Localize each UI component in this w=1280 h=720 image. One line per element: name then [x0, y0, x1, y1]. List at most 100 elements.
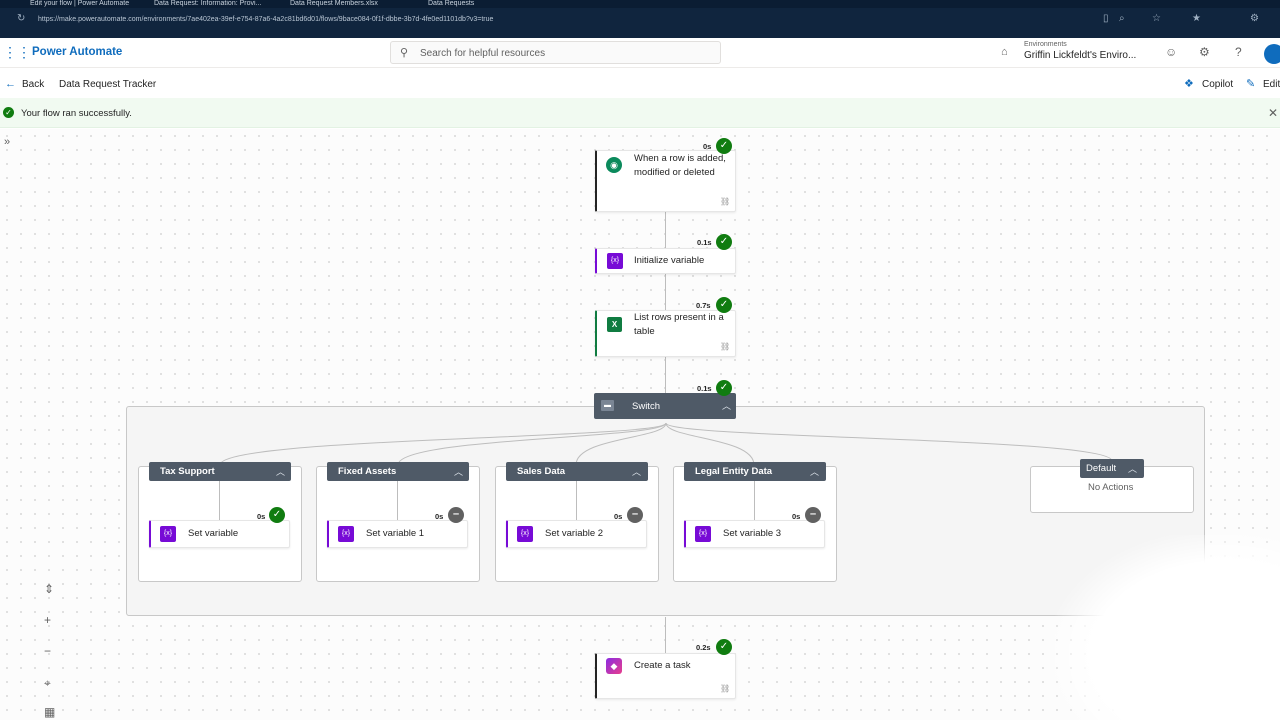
connector — [665, 357, 666, 393]
success-icon: ✓ — [716, 380, 732, 396]
copilot-button[interactable]: Copilot — [1202, 79, 1233, 90]
init-variable-title: Initialize variable — [634, 255, 705, 266]
success-icon: ✓ — [716, 639, 732, 655]
chevron-up-icon[interactable]: ︿ — [276, 465, 285, 478]
case-label: Sales Data — [517, 466, 566, 477]
switch-card[interactable] — [594, 393, 736, 419]
no-actions-text: No Actions — [1088, 482, 1134, 493]
link-icon: ⛓ — [720, 197, 731, 206]
fit-view-icon[interactable]: ⌖ — [44, 676, 51, 691]
environment-label: Environments — [1024, 41, 1067, 48]
tab-label: Data Request Members.xlsx — [290, 0, 378, 7]
refresh-icon[interactable]: ↻ — [17, 13, 25, 24]
favorites-bar-icon[interactable]: ★ — [1192, 13, 1201, 24]
connector — [665, 212, 666, 248]
case-label: Fixed Assets — [338, 466, 397, 477]
checkmark-icon: ✓ — [3, 107, 14, 118]
success-icon: ✓ — [269, 507, 285, 523]
help-icon[interactable]: ? — [1235, 45, 1242, 59]
action-title: Set variable — [188, 528, 239, 539]
flow-title: Data Request Tracker — [59, 79, 157, 90]
connector — [754, 481, 755, 520]
edit-icon[interactable]: ✎ — [1246, 77, 1255, 90]
chevron-up-icon[interactable]: ︿ — [454, 465, 463, 478]
search-placeholder: Search for helpful resources — [420, 48, 546, 59]
duration-label: 0s — [257, 512, 266, 521]
app-launcher-icon[interactable]: ⋮⋮ — [3, 44, 31, 61]
favorite-icon[interactable]: ☆ — [1152, 13, 1161, 24]
zoom-in-icon[interactable]: + — [44, 613, 51, 627]
variable-icon: {x} — [695, 526, 711, 542]
variable-icon: {x} — [517, 526, 533, 542]
app-name[interactable]: Power Automate — [32, 46, 122, 58]
planner-icon: ◆ — [606, 658, 622, 674]
back-button[interactable]: Back — [22, 79, 44, 90]
avatar[interactable] — [1264, 44, 1280, 64]
action-title: Set variable 3 — [723, 528, 782, 539]
duration-label: 0s — [703, 142, 712, 151]
variable-icon: {x} — [338, 526, 354, 542]
copilot-icon[interactable]: ❖ — [1184, 77, 1194, 90]
list-rows-title: List rows present in a table — [634, 312, 724, 337]
link-icon: ⛓ — [720, 342, 731, 351]
url-field[interactable]: https://make.powerautomate.com/environme… — [38, 16, 493, 23]
edit-button[interactable]: Edit — [1263, 79, 1280, 90]
tab-label: Data Requests — [428, 0, 475, 7]
browser-tab-active[interactable]: Edit your flow | Power Automate — [30, 0, 142, 8]
chevron-up-icon[interactable]: ︿ — [632, 465, 641, 478]
create-task-title: Create a task — [634, 660, 691, 671]
chevron-up-icon[interactable]: ︿ — [722, 399, 731, 412]
settings-icon[interactable]: ⚙ — [1199, 45, 1210, 59]
skipped-icon: – — [627, 507, 643, 523]
case-label: Tax Support — [160, 466, 215, 477]
connector — [219, 481, 220, 520]
reader-icon[interactable]: ▯ — [1103, 13, 1109, 24]
duration-label: 0.1s — [697, 384, 712, 393]
expand-panel-icon[interactable]: » — [4, 136, 10, 148]
action-title: Set variable 1 — [366, 528, 425, 539]
minimap-icon[interactable]: ▦ — [44, 705, 55, 719]
zoom-out-icon[interactable]: − — [44, 644, 51, 658]
case-label: Default — [1086, 463, 1117, 474]
success-icon: ✓ — [716, 138, 732, 154]
duration-label: 0s — [792, 512, 801, 521]
success-icon: ✓ — [716, 297, 732, 313]
skipped-icon: – — [448, 507, 464, 523]
duration-label: 0s — [435, 512, 444, 521]
chevron-up-icon[interactable]: ︿ — [810, 465, 819, 478]
link-icon: ⛓ — [720, 684, 731, 693]
extensions-icon[interactable]: ⚙ — [1250, 13, 1259, 24]
tab-label: Data Request: Information: Provi... — [154, 0, 262, 7]
duration-label: 0.2s — [696, 643, 711, 652]
success-banner — [0, 98, 1280, 128]
variable-icon: {x} — [160, 526, 176, 542]
trigger-title: When a row is added, modified or deleted — [634, 153, 726, 178]
duration-label: 0.7s — [696, 301, 711, 310]
connector — [576, 481, 577, 520]
close-icon[interactable]: ✕ — [1268, 106, 1278, 120]
banner-message: Your flow ran successfully. — [21, 108, 132, 119]
screen-glare — [1055, 535, 1280, 720]
variable-icon: {x} — [607, 253, 623, 269]
success-icon: ✓ — [716, 234, 732, 250]
tab-label: Edit your flow | Power Automate — [30, 0, 130, 7]
switch-title: Switch — [632, 401, 660, 412]
environment-icon: ⌂ — [1001, 46, 1008, 58]
browser-tab[interactable]: Data Requests — [428, 0, 540, 8]
browser-address-bar — [0, 8, 1280, 38]
action-title: Set variable 2 — [545, 528, 604, 539]
case-label: Legal Entity Data — [695, 466, 773, 477]
browser-tab[interactable]: Data Request: Information: Provi... — [154, 0, 272, 8]
zoom-icon[interactable]: ⌕ — [1119, 13, 1125, 24]
environment-picker[interactable]: Griffin Lickfeldt's Enviro... — [1024, 50, 1136, 61]
connector — [665, 617, 666, 653]
back-arrow-icon[interactable]: ← — [5, 78, 16, 90]
duration-label: 0s — [614, 512, 623, 521]
skipped-icon: – — [805, 507, 821, 523]
switch-icon: ▬ — [601, 400, 614, 411]
browser-tab[interactable]: Data Request Members.xlsx — [290, 0, 402, 8]
chevron-up-icon[interactable]: ︿ — [1128, 462, 1137, 475]
feedback-icon[interactable]: ☺ — [1165, 45, 1177, 59]
excel-icon: X — [607, 317, 622, 332]
fit-height-icon[interactable]: ⇕ — [44, 582, 54, 596]
